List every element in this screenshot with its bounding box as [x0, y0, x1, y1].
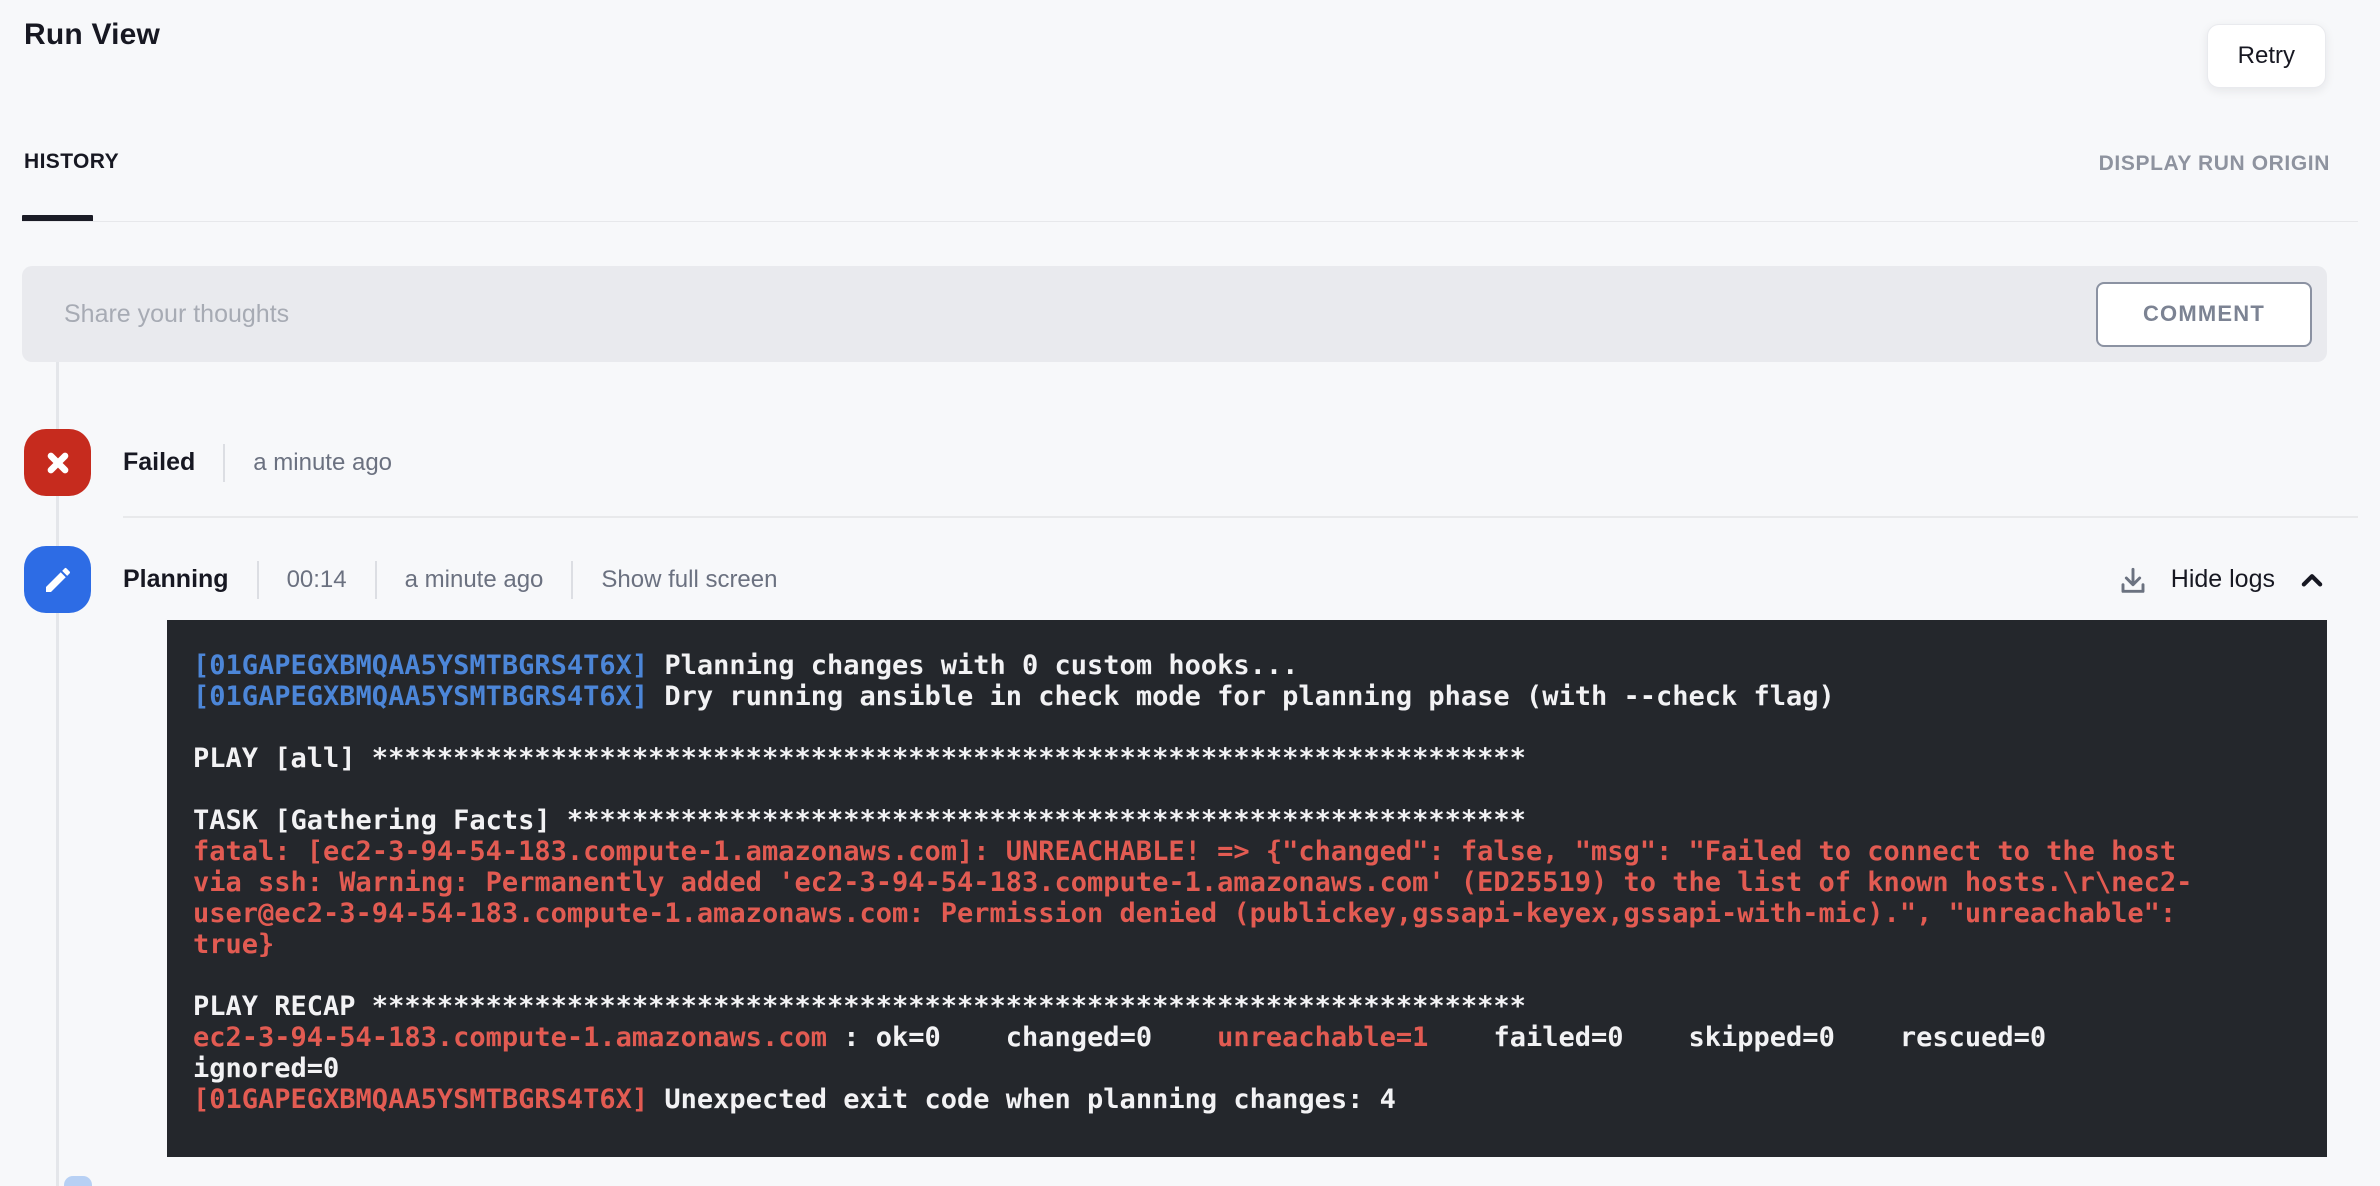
comment-button[interactable]: COMMENT	[2096, 282, 2312, 347]
planning-status-icon	[24, 546, 91, 613]
comment-input[interactable]	[62, 299, 2096, 330]
chevron-up-icon[interactable]	[2297, 565, 2327, 595]
log-line: ignored=0	[193, 1053, 2301, 1084]
log-line	[193, 960, 2301, 991]
x-icon	[41, 446, 75, 480]
log-line: fatal: [ec2-3-94-54-183.compute-1.amazon…	[193, 836, 2301, 867]
row-divider	[123, 516, 2358, 518]
log-panel: [01GAPEGXBMQAA5YSMTBGRS4T6X] Planning ch…	[167, 620, 2327, 1157]
failed-status-icon	[24, 429, 91, 496]
log-line: [01GAPEGXBMQAA5YSMTBGRS4T6X] Planning ch…	[193, 650, 2301, 681]
planning-duration: 00:14	[287, 566, 347, 594]
retry-button[interactable]: Retry	[2207, 24, 2326, 88]
separator	[375, 561, 377, 599]
planning-row: Planning 00:14 a minute ago Show full sc…	[123, 546, 777, 613]
log-line: [01GAPEGXBMQAA5YSMTBGRS4T6X] Dry running…	[193, 681, 2301, 712]
log-line: TASK [Gathering Facts] *****************…	[193, 805, 2301, 836]
page-title: Run View	[24, 18, 160, 52]
log-output: [01GAPEGXBMQAA5YSMTBGRS4T6X] Planning ch…	[193, 650, 2301, 1115]
log-line: ec2-3-94-54-183.compute-1.amazonaws.com …	[193, 1022, 2301, 1053]
separator	[257, 561, 259, 599]
separator	[223, 444, 225, 482]
pencil-icon	[42, 564, 74, 596]
hide-logs-button[interactable]: Hide logs	[2117, 546, 2327, 613]
tab-history[interactable]: HISTORY	[24, 150, 119, 174]
display-run-origin-button[interactable]: DISPLAY RUN ORIGIN	[2099, 152, 2330, 176]
tabbar-divider	[22, 221, 2358, 222]
log-line: user@ec2-3-94-54-183.compute-1.amazonaws…	[193, 898, 2301, 929]
comment-bar: COMMENT	[22, 266, 2327, 362]
log-line	[193, 712, 2301, 743]
log-line	[193, 774, 2301, 805]
show-full-screen-link[interactable]: Show full screen	[601, 566, 777, 594]
log-line: via ssh: Warning: Permanently added 'ec2…	[193, 867, 2301, 898]
failed-row: Failed a minute ago	[123, 429, 392, 496]
log-line: PLAY RECAP *****************************…	[193, 991, 2301, 1022]
failed-time: a minute ago	[253, 449, 392, 477]
failed-label: Failed	[123, 448, 195, 477]
log-line: [01GAPEGXBMQAA5YSMTBGRS4T6X] Unexpected …	[193, 1084, 2301, 1115]
download-logs-icon[interactable]	[2117, 564, 2149, 596]
run-view-page: Run View Retry HISTORY DISPLAY RUN ORIGI…	[0, 0, 2380, 1186]
log-line: PLAY [all] *****************************…	[193, 743, 2301, 774]
hide-logs-label: Hide logs	[2171, 565, 2275, 594]
next-item-icon-sliver	[64, 1176, 92, 1186]
planning-time: a minute ago	[405, 566, 544, 594]
separator	[571, 561, 573, 599]
planning-label: Planning	[123, 565, 229, 594]
log-line: true}	[193, 929, 2301, 960]
